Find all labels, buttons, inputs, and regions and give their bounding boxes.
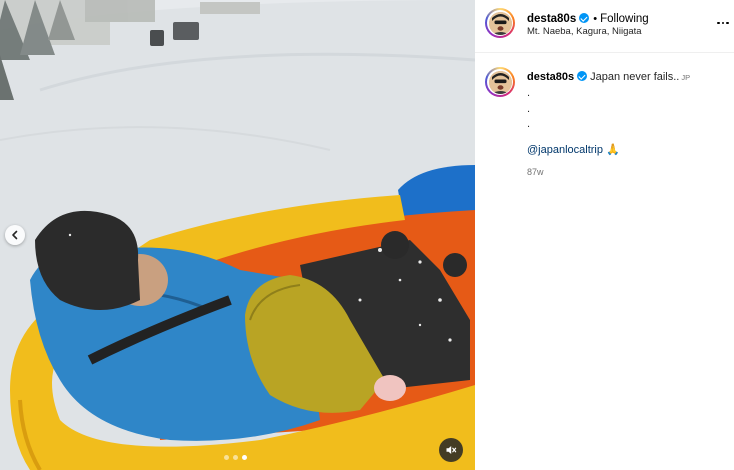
video-frame bbox=[0, 0, 475, 470]
caption-dot-line: . bbox=[527, 102, 531, 115]
post-header: desta80s • Following Mt. Naeba, Kagura, Ni… bbox=[475, 0, 734, 53]
mention-link[interactable]: @japanlocaltrip 🙏 bbox=[527, 143, 620, 156]
mute-toggle-button[interactable] bbox=[439, 438, 463, 462]
caption-username[interactable]: desta80s bbox=[527, 71, 574, 83]
speaker-muted-icon bbox=[446, 446, 457, 454]
mention-text[interactable]: @japanlocaltrip bbox=[527, 144, 603, 156]
header-user-line: desta80s • Following bbox=[527, 9, 649, 27]
more-options-button[interactable] bbox=[715, 14, 731, 32]
profile-photo bbox=[488, 11, 512, 35]
caption-dots: . . . bbox=[527, 86, 530, 133]
author-avatar[interactable] bbox=[485, 8, 515, 38]
more-horizontal-icon bbox=[717, 21, 720, 25]
post-media[interactable] bbox=[0, 0, 475, 470]
carousel-dot-active bbox=[242, 455, 247, 460]
caption-line: desta80s Japan never fails.. JP bbox=[527, 71, 690, 83]
caption-avatar[interactable] bbox=[485, 67, 515, 97]
praying-hands-emoji: 🙏 bbox=[606, 144, 620, 156]
following-button[interactable]: Following bbox=[600, 13, 649, 25]
separator: • bbox=[593, 13, 598, 25]
carousel-dot bbox=[224, 455, 229, 460]
post-location[interactable]: Mt. Naeba, Kagura, Niigata bbox=[527, 26, 642, 37]
caption-dot-line: . bbox=[527, 87, 531, 99]
verified-badge-icon bbox=[577, 71, 588, 81]
post-viewer: desta80s • Following Mt. Naeba, Kagura, Ni… bbox=[0, 0, 734, 470]
post-side-panel: desta80s • Following Mt. Naeba, Kagura, Ni… bbox=[475, 0, 734, 470]
caption-text: Japan never fails.. bbox=[590, 71, 680, 83]
profile-photo bbox=[488, 70, 512, 94]
language-tag: JP bbox=[681, 73, 691, 82]
author-username[interactable]: desta80s bbox=[527, 13, 576, 25]
verified-badge-icon bbox=[579, 13, 590, 23]
chevron-left-icon bbox=[12, 230, 18, 240]
post-timestamp[interactable]: 87w bbox=[527, 167, 544, 177]
caption-dot-line: . bbox=[527, 118, 531, 130]
carousel-prev-button[interactable] bbox=[5, 225, 25, 245]
carousel-dot bbox=[233, 455, 238, 460]
carousel-indicator bbox=[224, 455, 247, 460]
